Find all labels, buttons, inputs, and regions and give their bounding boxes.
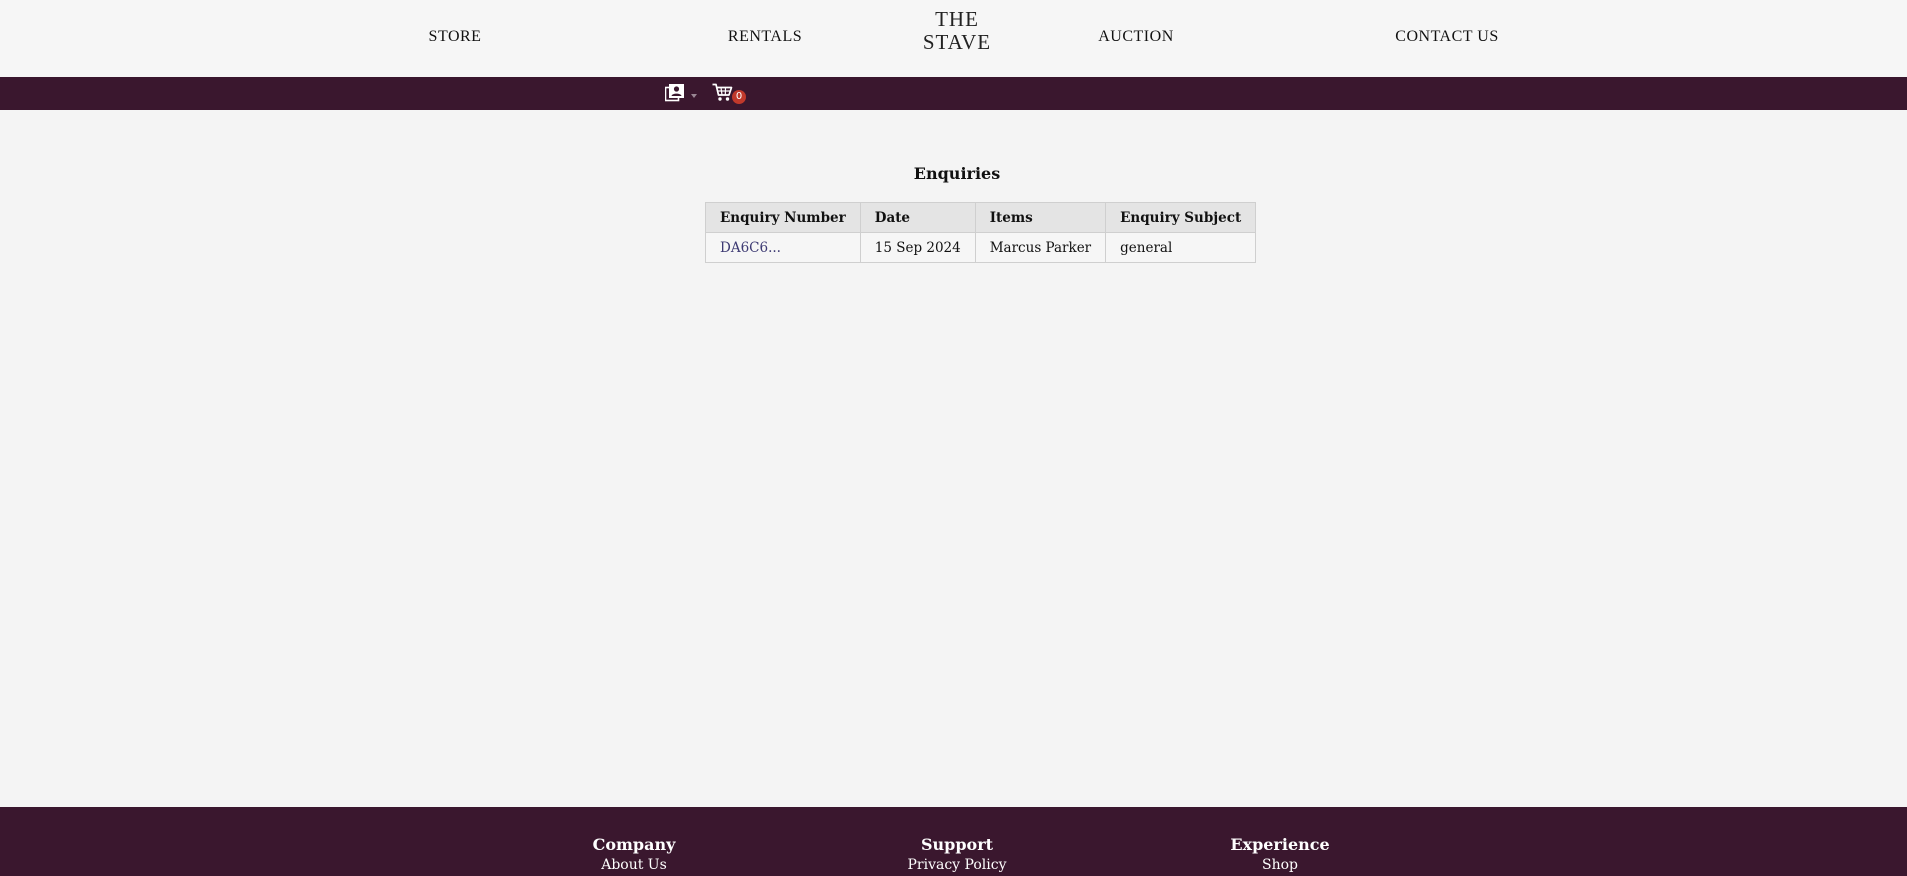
footer-heading-company: Company — [592, 835, 676, 854]
logo-line-1: THE — [935, 7, 979, 31]
site-logo[interactable]: THE STAVE — [923, 8, 991, 54]
cart-icon[interactable] — [712, 83, 734, 103]
nav-auction-link[interactable]: AUCTION — [1098, 28, 1174, 46]
top-navigation: STORE RENTALS THE STAVE AUCTION CONTACT … — [0, 0, 1907, 77]
footer-column-experience: Experience Shop — [1230, 835, 1329, 875]
nav-rentals-link[interactable]: RENTALS — [728, 28, 802, 46]
enquiries-table: Enquiry Number Date Items Enquiry Subjec… — [705, 202, 1257, 263]
footer-link-shop[interactable]: Shop — [1230, 855, 1329, 875]
table-row: DA6C6... 15 Sep 2024 Marcus Parker gener… — [705, 232, 1257, 263]
footer-column-support: Support Privacy Policy — [907, 835, 1006, 875]
chevron-down-icon[interactable] — [691, 94, 697, 98]
logo-line-2: STAVE — [922, 30, 992, 54]
column-header-date[interactable]: Date — [859, 202, 976, 233]
enquiry-date-cell: 15 Sep 2024 — [859, 232, 976, 263]
table-header-row: Enquiry Number Date Items Enquiry Subjec… — [705, 202, 1257, 233]
column-header-enquiry-subject[interactable]: Enquiry Subject — [1105, 202, 1257, 233]
footer-link-privacy-policy[interactable]: Privacy Policy — [907, 855, 1006, 875]
footer-column-company: Company About Us — [593, 835, 676, 875]
column-header-items[interactable]: Items — [974, 202, 1107, 233]
nav-contact-link[interactable]: CONTACT US — [1395, 28, 1498, 46]
footer-heading-experience: Experience — [1230, 835, 1330, 854]
nav-store-link[interactable]: STORE — [429, 28, 482, 46]
enquiry-number-link[interactable]: DA6C6... — [720, 240, 781, 256]
enquiry-number-cell: DA6C6... — [705, 232, 861, 263]
site-footer: Company About Us Support Privacy Policy … — [0, 807, 1907, 876]
account-bar: 0 — [0, 77, 1907, 110]
footer-link-about-us[interactable]: About Us — [593, 855, 676, 875]
page-title: Enquiries — [913, 164, 1001, 183]
footer-heading-support: Support — [920, 835, 994, 854]
account-book-icon[interactable] — [665, 84, 685, 102]
enquiry-items-cell: Marcus Parker — [974, 232, 1107, 263]
enquiry-subject-cell: general — [1105, 232, 1257, 263]
cart-count-badge: 0 — [732, 90, 746, 104]
column-header-enquiry-number[interactable]: Enquiry Number — [705, 202, 861, 233]
